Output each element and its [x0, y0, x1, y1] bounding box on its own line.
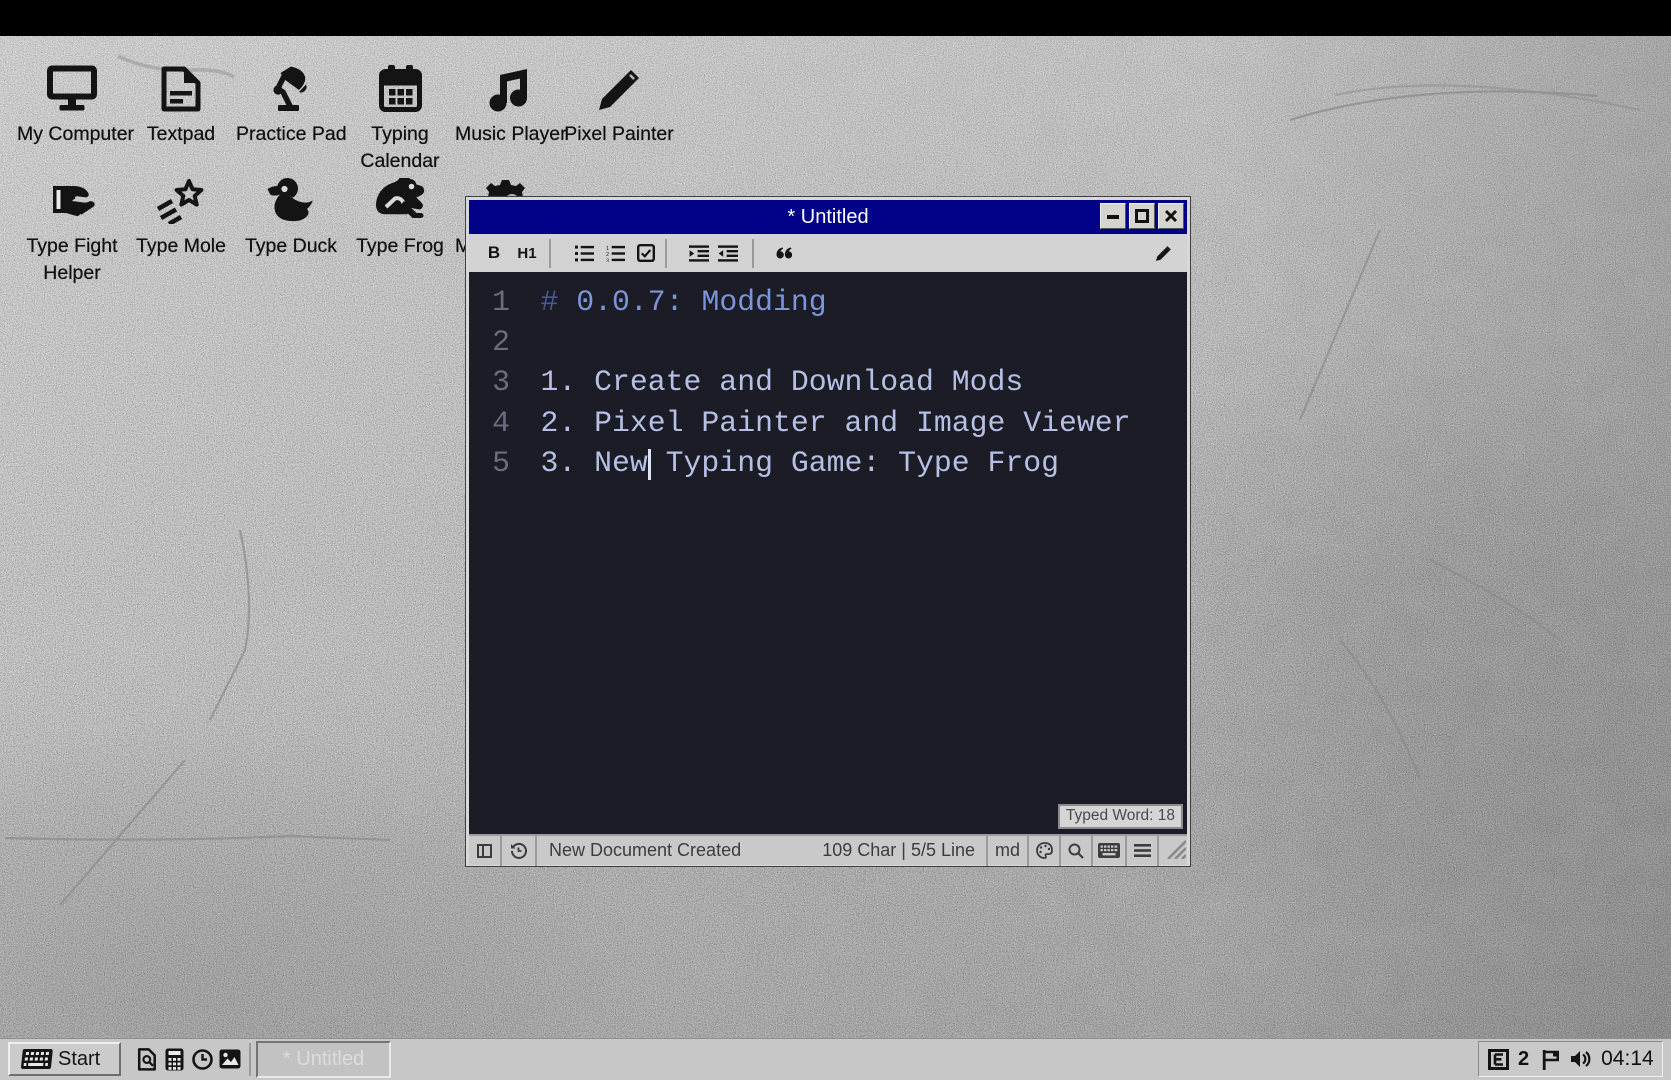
svg-text:1: 1: [606, 245, 609, 251]
svg-text:3: 3: [606, 258, 609, 262]
svg-text:2: 2: [606, 252, 609, 258]
